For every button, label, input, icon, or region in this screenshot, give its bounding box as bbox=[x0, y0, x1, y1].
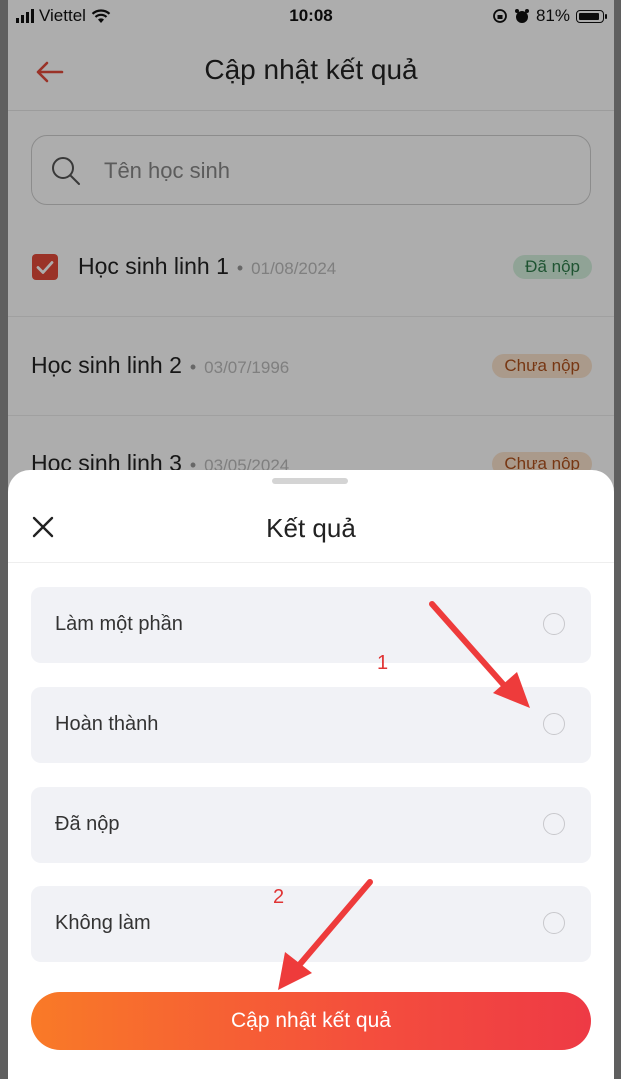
option-label: Không làm bbox=[55, 912, 151, 934]
radio-button[interactable] bbox=[543, 713, 565, 735]
option-lam-mot-phan[interactable]: Làm một phần bbox=[31, 587, 591, 663]
option-khong-lam[interactable]: Không làm bbox=[31, 886, 591, 962]
result-bottom-sheet: Kết quả Làm một phần Hoàn thành Đã nộp K… bbox=[8, 470, 614, 1079]
radio-button[interactable] bbox=[543, 813, 565, 835]
phone-screen: Viettel 10:08 81% Cập nhật kết quả Tên h… bbox=[8, 0, 614, 1079]
radio-button[interactable] bbox=[543, 613, 565, 635]
option-label: Làm một phần bbox=[55, 613, 183, 635]
annotation-number-1: 1 bbox=[377, 652, 389, 674]
sheet-title: Kết quả bbox=[266, 513, 356, 543]
option-hoan-thanh[interactable]: Hoàn thành bbox=[31, 687, 591, 763]
sheet-divider bbox=[8, 562, 614, 563]
sheet-drag-handle[interactable] bbox=[272, 478, 348, 484]
option-label: Hoàn thành bbox=[55, 713, 159, 735]
radio-button[interactable] bbox=[543, 912, 565, 934]
option-label: Đã nộp bbox=[55, 813, 120, 835]
update-result-button[interactable]: Cập nhật kết quả bbox=[31, 992, 591, 1050]
option-da-nop[interactable]: Đã nộp bbox=[31, 787, 591, 863]
annotation-number-2: 2 bbox=[273, 886, 285, 908]
